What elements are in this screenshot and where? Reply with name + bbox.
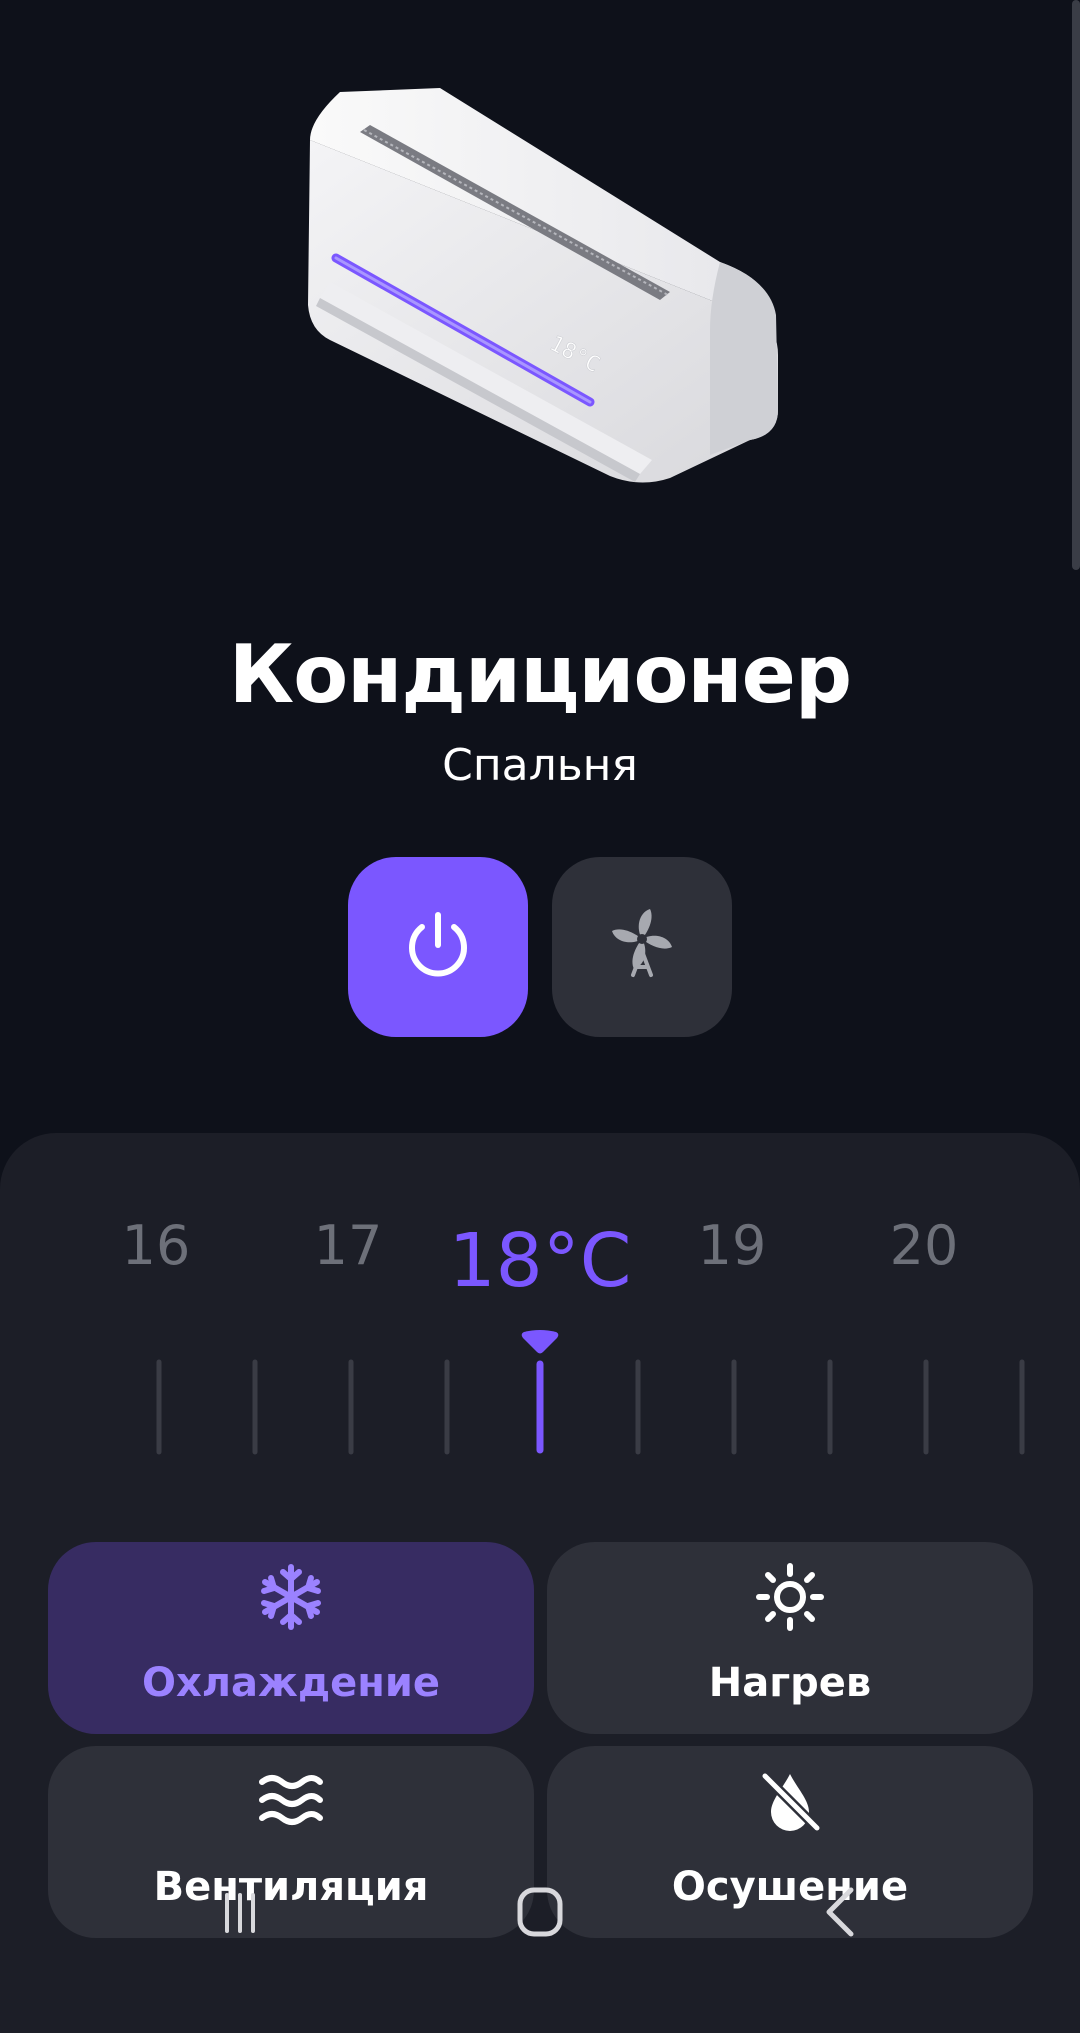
mode-label: Охлаждение [141, 1660, 441, 1706]
no-drop-icon [547, 1766, 1033, 1846]
wind-waves-icon [48, 1766, 534, 1846]
fan-auto-button[interactable] [552, 857, 732, 1037]
scrollbar[interactable] [1072, 0, 1080, 570]
home-icon [512, 1884, 568, 1944]
system-navigation-bar [0, 1870, 1080, 1952]
home-button[interactable] [500, 1884, 580, 1944]
mode-heating[interactable]: Нагрев [547, 1542, 1033, 1734]
temperature-slider[interactable] [100, 1320, 1060, 1460]
recent-apps-button[interactable] [200, 1884, 280, 1944]
snowflake-icon [48, 1562, 534, 1642]
power-button[interactable] [348, 857, 528, 1037]
mode-cooling[interactable]: Охлаждение [48, 1542, 534, 1734]
temp-option-19[interactable]: 19 [662, 1214, 802, 1277]
sun-icon [547, 1562, 1033, 1642]
slider-pointer-icon [521, 1330, 559, 1354]
back-icon [815, 1884, 865, 1944]
fan-auto-icon [602, 905, 682, 989]
temp-option-20[interactable]: 20 [854, 1214, 994, 1277]
device-title: Кондиционер [228, 628, 852, 721]
recent-apps-icon [215, 1887, 265, 1941]
mode-label: Нагрев [708, 1660, 872, 1706]
temp-option-17[interactable]: 17 [278, 1214, 418, 1277]
room-label: Спальня [442, 740, 638, 791]
power-icon [400, 907, 476, 987]
air-conditioner-image: 18°C [290, 80, 790, 500]
temp-option-16[interactable]: 16 [86, 1214, 226, 1277]
back-button[interactable] [800, 1884, 880, 1944]
current-temperature: 18°C [448, 1218, 632, 1304]
